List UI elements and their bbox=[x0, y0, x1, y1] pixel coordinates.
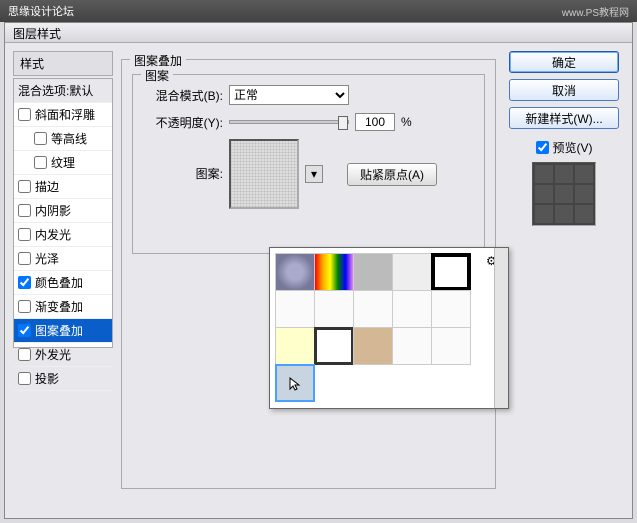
pattern-cell[interactable] bbox=[431, 290, 471, 328]
pattern-cell[interactable] bbox=[314, 253, 354, 291]
pattern-cell[interactable] bbox=[275, 327, 315, 365]
blend-options-default[interactable]: 混合选项:默认 bbox=[14, 79, 112, 103]
pattern-cell[interactable] bbox=[392, 327, 432, 365]
action-panel: 确定 取消 新建样式(W)... 预览(V) bbox=[504, 51, 624, 510]
inner-title: 图案 bbox=[141, 67, 173, 84]
dialog-title: 图层样式 bbox=[5, 23, 632, 43]
checkbox-contour[interactable] bbox=[34, 132, 47, 145]
pattern-cell[interactable] bbox=[392, 290, 432, 328]
style-contour[interactable]: 等高线 bbox=[14, 127, 112, 151]
checkbox-outer-glow[interactable] bbox=[18, 348, 31, 361]
pattern-cell[interactable] bbox=[314, 327, 354, 365]
pattern-cell-selected[interactable] bbox=[275, 364, 315, 402]
style-color-overlay[interactable]: 颜色叠加 bbox=[14, 271, 112, 295]
pattern-cell[interactable] bbox=[431, 253, 471, 291]
pattern-cell[interactable] bbox=[353, 253, 393, 291]
snap-origin-button[interactable]: 贴紧原点(A) bbox=[347, 163, 437, 186]
pattern-swatch[interactable] bbox=[229, 139, 299, 209]
pattern-dropdown-icon[interactable]: ▾ bbox=[305, 165, 323, 183]
blend-mode-select[interactable]: 正常 bbox=[229, 85, 349, 105]
opacity-slider[interactable] bbox=[229, 120, 349, 124]
style-inner-shadow[interactable]: 内阴影 bbox=[14, 199, 112, 223]
checkbox-inner-shadow[interactable] bbox=[18, 204, 31, 217]
style-inner-glow[interactable]: 内发光 bbox=[14, 223, 112, 247]
styles-header[interactable]: 样式 bbox=[13, 51, 113, 76]
pattern-cell[interactable] bbox=[392, 253, 432, 291]
checkbox-gradient-overlay[interactable] bbox=[18, 300, 31, 313]
preview-thumbnail bbox=[532, 162, 596, 226]
checkbox-pattern-overlay[interactable] bbox=[18, 324, 31, 337]
picker-scrollbar[interactable] bbox=[494, 248, 508, 408]
blend-mode-label: 混合模式(B): bbox=[143, 87, 223, 104]
preview-label: 预览(V) bbox=[553, 139, 593, 156]
checkbox-texture[interactable] bbox=[34, 156, 47, 169]
pattern-cell[interactable] bbox=[431, 327, 471, 365]
pattern-cell[interactable] bbox=[353, 327, 393, 365]
pattern-cell[interactable] bbox=[353, 290, 393, 328]
checkbox-stroke[interactable] bbox=[18, 180, 31, 193]
pattern-group: 图案 混合模式(B): 正常 不透明度(Y): % 图案: ▾ bbox=[132, 74, 485, 254]
styles-panel: 样式 混合选项:默认 斜面和浮雕 等高线 纹理 描边 内阴影 内发光 光泽 颜色… bbox=[13, 51, 113, 510]
style-stroke[interactable]: 描边 bbox=[14, 175, 112, 199]
pattern-grid bbox=[276, 254, 476, 402]
preview-checkbox[interactable] bbox=[536, 141, 549, 154]
title-bar: 思缘设计论坛 www.PS教程网 bbox=[0, 0, 637, 22]
style-pattern-overlay[interactable]: 图案叠加 bbox=[14, 319, 112, 343]
settings-panel: 图案叠加 图案 混合模式(B): 正常 不透明度(Y): % 图案: bbox=[121, 51, 496, 510]
opacity-unit: % bbox=[401, 115, 412, 129]
style-outer-glow[interactable]: 外发光 bbox=[14, 343, 112, 367]
checkbox-color-overlay[interactable] bbox=[18, 276, 31, 289]
style-texture[interactable]: 纹理 bbox=[14, 151, 112, 175]
ok-button[interactable]: 确定 bbox=[509, 51, 619, 73]
site-name: 思缘设计论坛 bbox=[8, 3, 74, 19]
new-style-button[interactable]: 新建样式(W)... bbox=[509, 107, 619, 129]
preview-checkbox-row[interactable]: 预览(V) bbox=[536, 139, 593, 156]
opacity-label: 不透明度(Y): bbox=[143, 114, 223, 131]
style-list: 混合选项:默认 斜面和浮雕 等高线 纹理 描边 内阴影 内发光 光泽 颜色叠加 … bbox=[13, 78, 113, 348]
style-satin[interactable]: 光泽 bbox=[14, 247, 112, 271]
layer-style-dialog: 图层样式 样式 混合选项:默认 斜面和浮雕 等高线 纹理 描边 内阴影 内发光 … bbox=[4, 22, 633, 519]
checkbox-satin[interactable] bbox=[18, 252, 31, 265]
pattern-picker-popup: ⚙ bbox=[269, 247, 509, 409]
pattern-cell[interactable] bbox=[275, 290, 315, 328]
checkbox-bevel[interactable] bbox=[18, 108, 31, 121]
pattern-cell[interactable] bbox=[314, 290, 354, 328]
checkbox-drop-shadow[interactable] bbox=[18, 372, 31, 385]
style-gradient-overlay[interactable]: 渐变叠加 bbox=[14, 295, 112, 319]
pattern-label: 图案: bbox=[143, 165, 223, 182]
cancel-button[interactable]: 取消 bbox=[509, 79, 619, 101]
style-bevel[interactable]: 斜面和浮雕 bbox=[14, 103, 112, 127]
slider-thumb[interactable] bbox=[338, 116, 348, 130]
checkbox-inner-glow[interactable] bbox=[18, 228, 31, 241]
site-url: www.PS教程网 bbox=[562, 4, 629, 19]
pattern-cell[interactable] bbox=[275, 253, 315, 291]
opacity-input[interactable] bbox=[355, 113, 395, 131]
style-drop-shadow[interactable]: 投影 bbox=[14, 367, 112, 391]
